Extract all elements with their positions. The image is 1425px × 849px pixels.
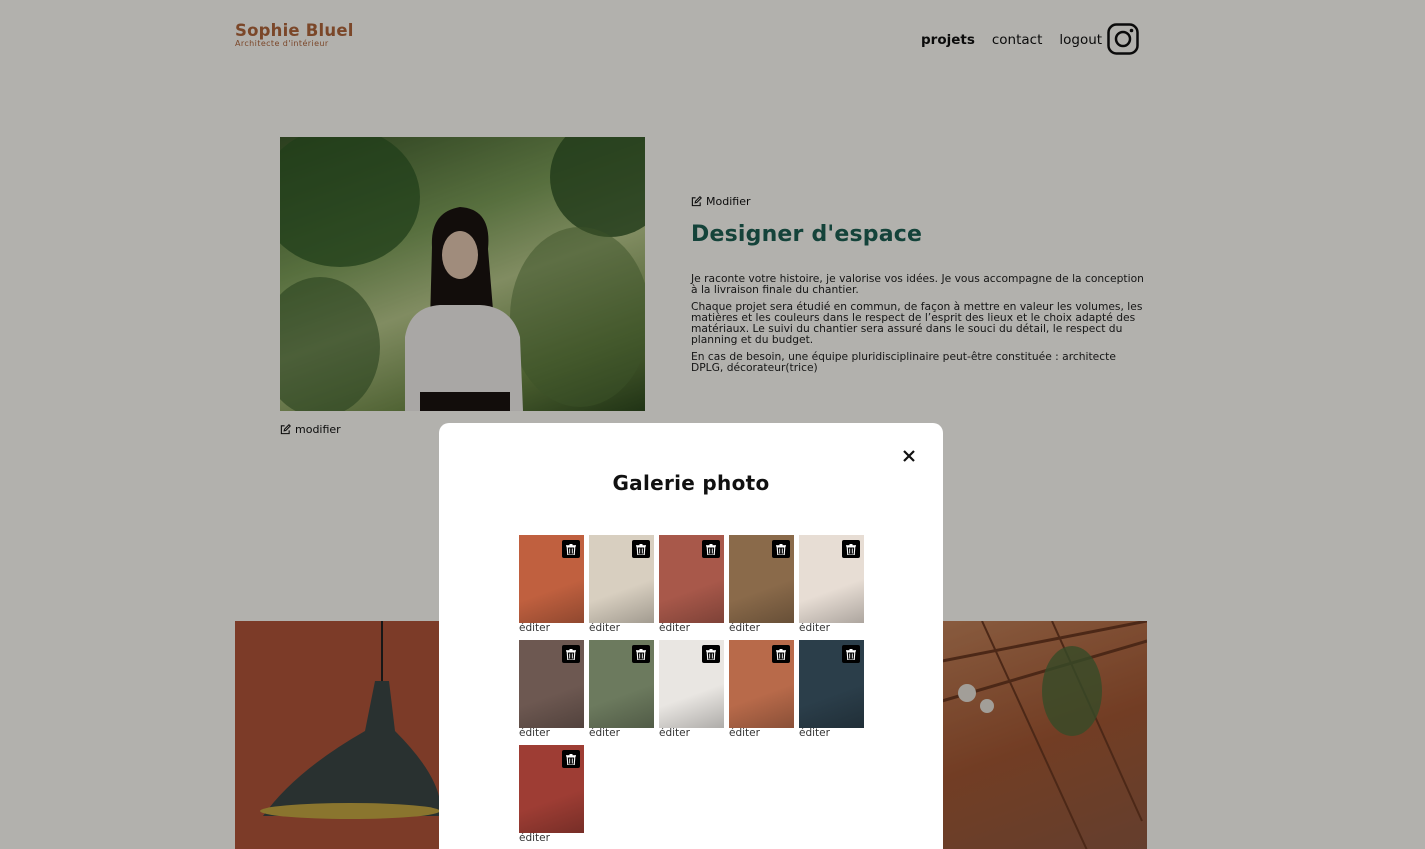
thumbnail-item: éditer [659,535,724,634]
thumbnail-image [659,640,724,728]
thumbnail-item: éditer [729,640,794,739]
trash-icon[interactable] [772,540,790,558]
thumbnail-edit-link[interactable]: éditer [729,728,794,739]
thumbnail-item: éditer [799,640,864,739]
thumbnail-edit-link[interactable]: éditer [659,623,724,634]
trash-icon[interactable] [702,645,720,663]
thumbnail-item: éditer [589,535,654,634]
trash-icon[interactable] [562,750,580,768]
thumbnail-item: éditer [799,535,864,634]
close-icon[interactable] [901,448,917,464]
thumbnail-image [589,535,654,623]
thumbnail-item: éditer [659,640,724,739]
thumbnail-item: éditer [519,745,584,844]
thumbnail-grid: éditer éditer éditer éditer éditer éditer édit… [519,535,869,844]
thumbnail-image [659,535,724,623]
trash-icon[interactable] [562,540,580,558]
thumbnail-image [729,535,794,623]
thumbnail-image [519,745,584,833]
gallery-modal: Galerie photo éditer éditer éditer éditer éd… [439,423,943,849]
thumbnail-image [519,535,584,623]
trash-icon[interactable] [772,645,790,663]
thumbnail-image [519,640,584,728]
trash-icon[interactable] [842,540,860,558]
thumbnail-edit-link[interactable]: éditer [799,623,864,634]
trash-icon[interactable] [842,645,860,663]
thumbnail-edit-link[interactable]: éditer [589,623,654,634]
thumbnail-item: éditer [519,640,584,739]
thumbnail-edit-link[interactable]: éditer [519,623,584,634]
thumbnail-edit-link[interactable]: éditer [519,728,584,739]
thumbnail-image [589,640,654,728]
thumbnail-edit-link[interactable]: éditer [659,728,724,739]
thumbnail-item: éditer [589,640,654,739]
thumbnail-image [729,640,794,728]
thumbnail-image [799,535,864,623]
thumbnail-item: éditer [729,535,794,634]
thumbnail-image [799,640,864,728]
trash-icon[interactable] [632,540,650,558]
thumbnail-edit-link[interactable]: éditer [729,623,794,634]
thumbnail-edit-link[interactable]: éditer [519,833,584,844]
modal-title: Galerie photo [612,471,770,495]
trash-icon[interactable] [702,540,720,558]
thumbnail-item: éditer [519,535,584,634]
trash-icon[interactable] [632,645,650,663]
trash-icon[interactable] [562,645,580,663]
thumbnail-edit-link[interactable]: éditer [799,728,864,739]
thumbnail-edit-link[interactable]: éditer [589,728,654,739]
